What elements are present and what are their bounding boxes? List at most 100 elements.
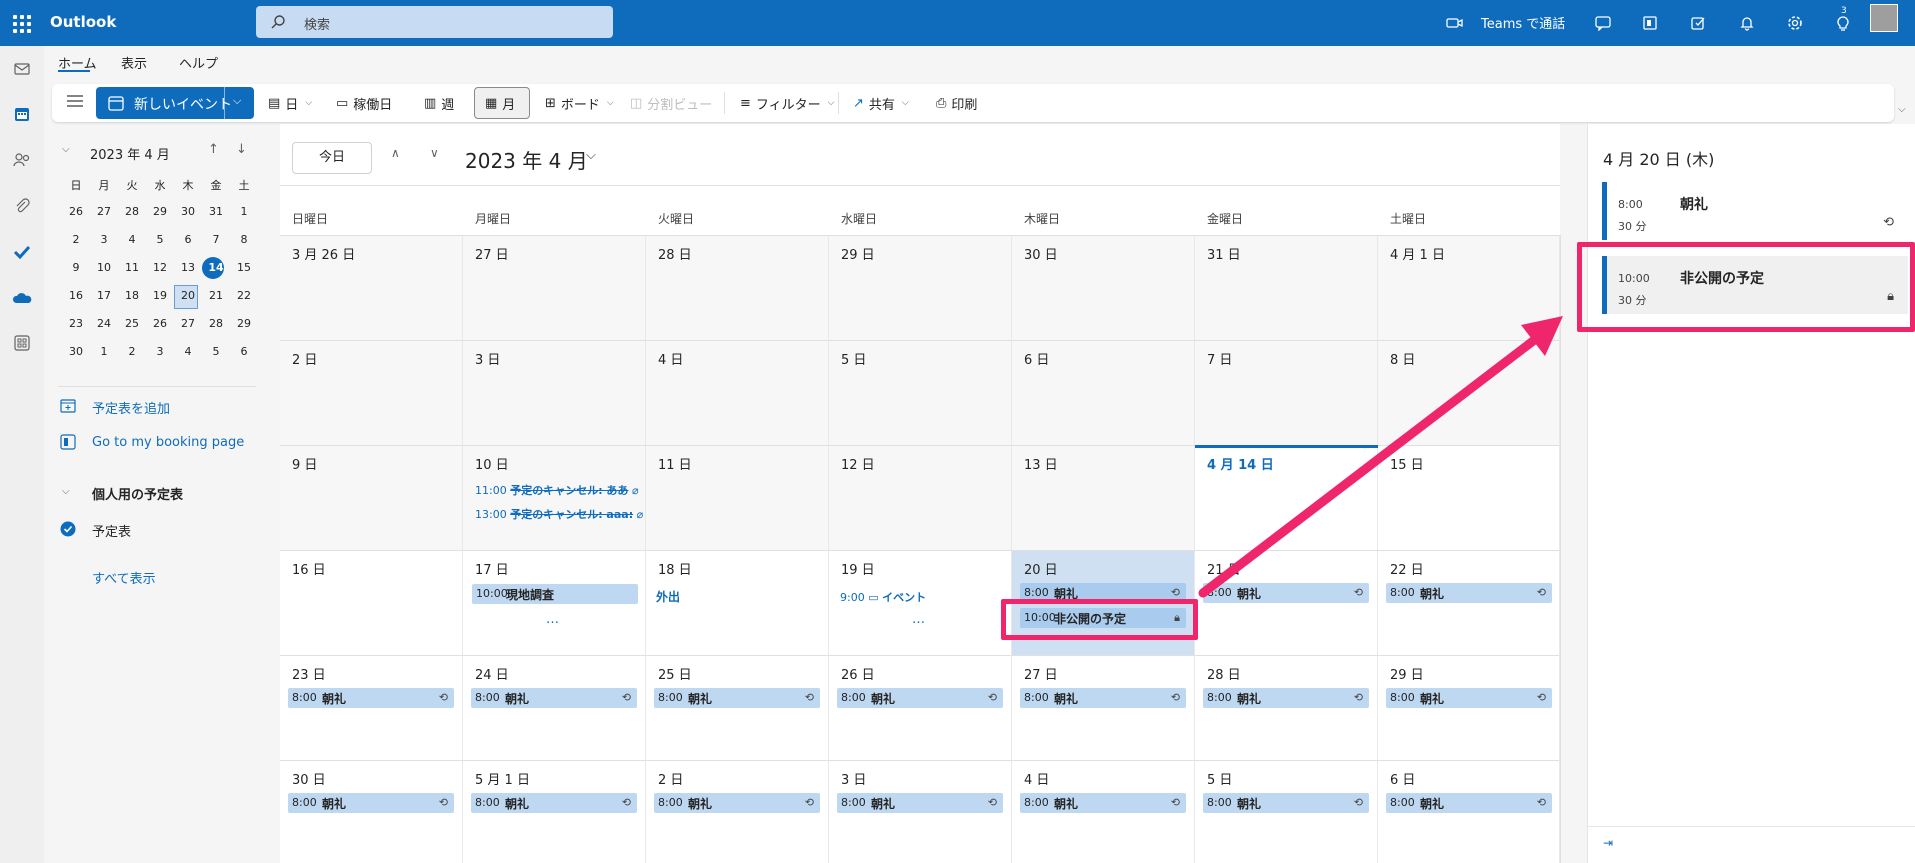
recurring-event[interactable]: 8:00 朝礼 ⟲ (1203, 793, 1369, 813)
mini-day[interactable]: 3 (90, 233, 118, 246)
mini-day[interactable]: 2 (118, 345, 146, 358)
mini-day[interactable]: 17 (90, 289, 118, 302)
mini-day[interactable]: 29 (146, 205, 174, 218)
recurring-event[interactable]: 8:00 朝礼 ⟲ (1386, 688, 1552, 708)
office-icon[interactable] (1639, 12, 1661, 34)
mini-day[interactable]: 26 (62, 205, 90, 218)
mini-day[interactable]: 28 (202, 317, 230, 330)
mini-day[interactable]: 6 (230, 345, 258, 358)
cancelled-event[interactable]: 11:00 予定のキャンセル: ああ ⌀ (475, 482, 639, 498)
video-call-icon[interactable] (1444, 12, 1466, 34)
mini-day[interactable]: 3 (146, 345, 174, 358)
calendar-item-label[interactable]: 予定表 (92, 521, 131, 540)
gear-icon[interactable] (1784, 12, 1806, 34)
paperclip-icon[interactable] (11, 195, 33, 217)
ribbon-expand-icon[interactable]: ⌵ (1898, 104, 1906, 115)
tab-help[interactable]: ヘルプ (179, 53, 218, 72)
notes-icon[interactable] (1687, 12, 1709, 34)
search-box[interactable]: 検索 (256, 6, 613, 38)
mini-day[interactable]: 18 (118, 289, 146, 302)
new-event-button[interactable]: 新しいイベント ⌵ (96, 87, 254, 119)
mini-day[interactable]: 4 (118, 233, 146, 246)
app-launcher-icon[interactable] (10, 12, 32, 34)
workweek-view-button[interactable]: ▭ 稼働日 (336, 84, 392, 122)
mini-day[interactable]: 16 (62, 289, 90, 302)
chevron-down-icon[interactable]: ⌵ (586, 148, 596, 163)
mini-day[interactable]: 12 (146, 261, 174, 274)
mini-day[interactable]: 19 (146, 289, 174, 302)
mini-day-today[interactable]: 14 (202, 261, 230, 274)
mini-day[interactable]: 24 (90, 317, 118, 330)
bell-icon[interactable] (1736, 12, 1758, 34)
mini-day[interactable]: 2 (62, 233, 90, 246)
calendar-event[interactable]: 10:00 現地調査 (472, 584, 638, 604)
show-all-link[interactable]: すべて表示 (92, 568, 156, 587)
add-calendar-link[interactable]: 予定表を追加 (92, 398, 170, 417)
mini-day[interactable]: 5 (202, 345, 230, 358)
collapse-pane-icon[interactable]: ⇥ (1603, 836, 1613, 850)
next-month-icon[interactable]: ∨ (430, 146, 439, 160)
recurring-event[interactable]: 8:00 朝礼 ⟲ (288, 688, 454, 708)
mini-day[interactable]: 26 (146, 317, 174, 330)
mini-day[interactable]: 30 (62, 345, 90, 358)
recurring-event[interactable]: 8:00 朝礼 ⟲ (471, 688, 637, 708)
mini-day[interactable]: 27 (90, 205, 118, 218)
chat-icon[interactable] (1592, 12, 1614, 34)
mini-day[interactable]: 9 (62, 261, 90, 274)
mini-day[interactable]: 8 (230, 233, 258, 246)
mini-day[interactable]: 6 (174, 233, 202, 246)
recurring-event[interactable]: 8:00 朝礼 ⟲ (1020, 688, 1186, 708)
week-view-button[interactable]: ▥ 週 (424, 84, 454, 122)
recurring-event[interactable]: 8:00 朝礼 ⟲ (1020, 793, 1186, 813)
people-icon[interactable] (11, 149, 33, 171)
arrow-up-icon[interactable]: ↑ (208, 142, 219, 157)
mini-day[interactable]: 30 (174, 205, 202, 218)
recurring-event[interactable]: 8:00 朝礼 ⟲ (1386, 793, 1552, 813)
mini-day[interactable]: 7 (202, 233, 230, 246)
calendar-group-title[interactable]: 個人用の予定表 (92, 484, 183, 503)
mini-day[interactable]: 29 (230, 317, 258, 330)
arrow-down-icon[interactable]: ↓ (236, 142, 247, 157)
today-button[interactable]: 今日 (292, 142, 372, 174)
calendar-icon[interactable] (11, 103, 33, 125)
teams-call-label[interactable]: Teams で通話 (1481, 13, 1565, 32)
day-view-button[interactable]: ▤ 日 ⌵ (268, 84, 312, 122)
mini-day[interactable]: 1 (230, 205, 258, 218)
calendar-event[interactable]: 9:00 ▭ イベント (840, 589, 926, 605)
cancelled-event[interactable]: 13:00 予定のキャンセル: aaa: ⌀ (475, 506, 643, 522)
recurring-event[interactable]: 8:00 朝礼 ⟲ (837, 793, 1003, 813)
booking-page-link[interactable]: Go to my booking page (92, 435, 244, 450)
all-day-event[interactable]: 外出 (656, 588, 680, 605)
recurring-event[interactable]: 8:00 朝礼 ⟲ (288, 793, 454, 813)
apps-icon[interactable] (11, 332, 33, 354)
mini-day[interactable]: 15 (230, 261, 258, 274)
mini-day-selected[interactable]: 20 (174, 289, 202, 302)
hamburger-icon[interactable] (66, 93, 84, 112)
mini-day[interactable]: 11 (118, 261, 146, 274)
mini-day[interactable]: 23 (62, 317, 90, 330)
onedrive-icon[interactable] (11, 287, 33, 309)
mini-day[interactable]: 5 (146, 233, 174, 246)
todo-icon[interactable] (11, 241, 33, 263)
checkbox-checked-icon[interactable] (60, 521, 76, 541)
mini-day[interactable]: 4 (174, 345, 202, 358)
avatar[interactable] (1870, 4, 1898, 32)
mini-day[interactable]: 1 (90, 345, 118, 358)
pane-event-card[interactable]: 8:00 30 分 朝礼 ⟲ (1602, 182, 1908, 240)
app-name[interactable]: Outlook (50, 13, 116, 31)
chevron-down-icon[interactable]: ⌵ (233, 94, 241, 108)
print-button[interactable]: ⎙ 印刷 (936, 84, 977, 122)
recurring-event[interactable]: 8:00 朝礼 ⟲ (837, 688, 1003, 708)
mail-icon[interactable] (11, 58, 33, 80)
chevron-down-icon[interactable]: ⌵ (62, 486, 70, 497)
mini-day[interactable]: 25 (118, 317, 146, 330)
calendar-title[interactable]: 2023 年 4 月 (465, 145, 588, 174)
more-events[interactable]: … (546, 612, 559, 627)
filter-button[interactable]: ≡ フィルター ⌵ (740, 84, 834, 122)
more-events[interactable]: … (912, 612, 925, 627)
mini-day[interactable]: 27 (174, 317, 202, 330)
previous-month-icon[interactable]: ∧ (391, 146, 400, 160)
mini-day[interactable]: 28 (118, 205, 146, 218)
board-view-button[interactable]: ⊞ ボード ⌵ (545, 84, 614, 122)
recurring-event[interactable]: 8:00 朝礼 ⟲ (654, 793, 820, 813)
